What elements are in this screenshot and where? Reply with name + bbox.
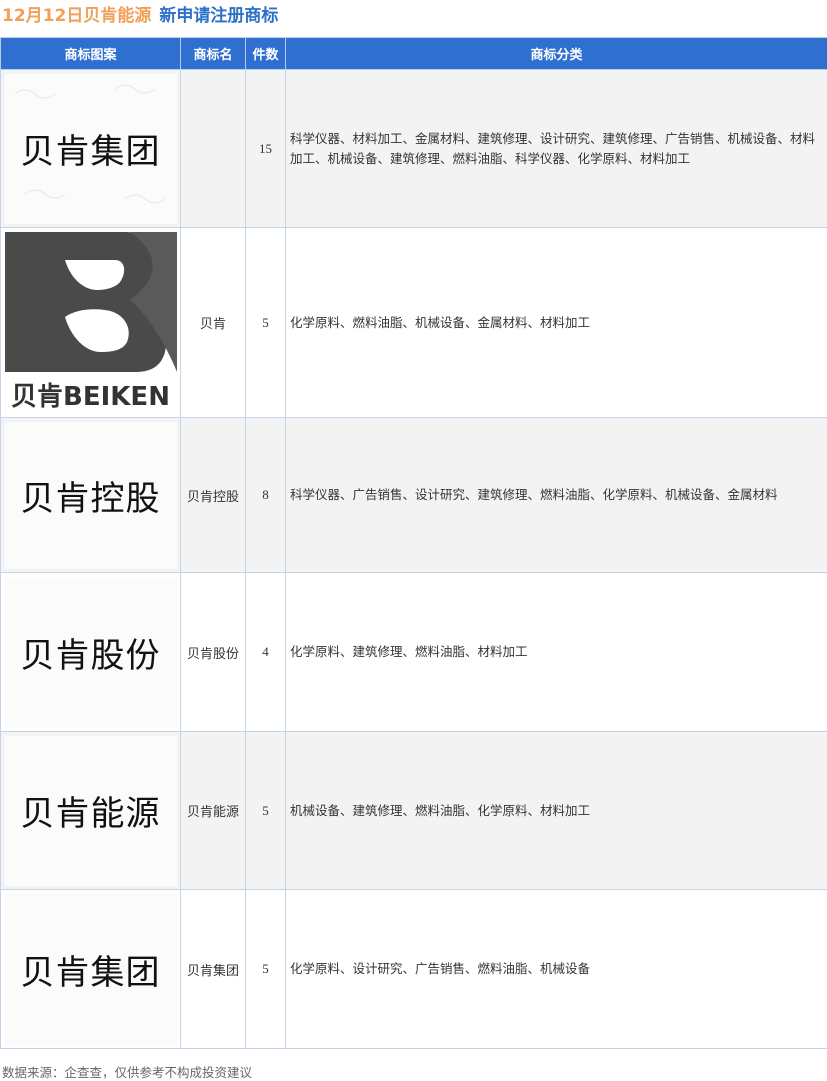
column-header-name: 商标名 <box>181 38 246 70</box>
trademark-count: 15 <box>246 70 286 228</box>
logo-text: 贝肯能源 <box>21 786 161 835</box>
trademark-categories: 科学仪器、广告销售、设计研究、建筑修理、燃料油脂、化学原料、机械设备、金属材料 <box>286 418 827 573</box>
table-row: 贝肯控股 贝肯控股 8 科学仪器、广告销售、设计研究、建筑修理、燃料油脂、化学原… <box>1 418 827 573</box>
trademark-categories: 机械设备、建筑修理、燃料油脂、化学原料、材料加工 <box>286 732 827 890</box>
logo-text: 贝肯股份 <box>21 628 161 677</box>
title-date-company: 12月12日贝肯能源 <box>2 6 151 26</box>
trademark-count: 4 <box>246 573 286 732</box>
logo-cell: 贝肯控股 <box>1 418 181 573</box>
trademark-count: 5 <box>246 890 286 1049</box>
trademark-logo-image: 贝肯控股 <box>5 422 177 569</box>
trademark-logo-image: 贝肯股份 <box>5 577 177 728</box>
trademark-table: 商标图案 商标名 件数 商标分类 贝肯集团 15 <box>0 37 827 1049</box>
trademark-logo-image: 贝肯集团 <box>5 74 177 224</box>
trademark-logo-image: 贝肯集团 <box>5 894 177 1045</box>
logo-cell: 贝肯BEIKEN <box>1 228 181 418</box>
table-row: 贝肯集团 贝肯集团 5 化学原料、设计研究、广告销售、燃料油脂、机械设备 <box>1 890 827 1049</box>
column-header-categories: 商标分类 <box>286 38 827 70</box>
trademark-name: 贝肯集团 <box>181 890 246 1049</box>
logo-cell: 贝肯集团 <box>1 890 181 1049</box>
table-header-row: 商标图案 商标名 件数 商标分类 <box>1 38 827 70</box>
table-row: 贝肯BEIKEN 贝肯 5 化学原料、燃料油脂、机械设备、金属材料、材料加工 <box>1 228 827 418</box>
logo-text: 贝肯集团 <box>21 945 161 994</box>
trademark-categories: 化学原料、燃料油脂、机械设备、金属材料、材料加工 <box>286 228 827 418</box>
trademark-logo-image: 贝肯能源 <box>5 736 177 886</box>
trademark-name: 贝肯 <box>181 228 246 418</box>
logo-cell: 贝肯集团 <box>1 70 181 228</box>
trademark-categories: 化学原料、设计研究、广告销售、燃料油脂、机械设备 <box>286 890 827 1049</box>
trademark-count: 5 <box>246 732 286 890</box>
logo-cell: 贝肯能源 <box>1 732 181 890</box>
title-subtitle: 新申请注册商标 <box>159 6 278 26</box>
page-title: 12月12日贝肯能源新申请注册商标 <box>2 2 278 32</box>
trademark-name: 贝肯股份 <box>181 573 246 732</box>
trademark-name <box>181 70 246 228</box>
logo-text: 贝肯控股 <box>21 471 161 520</box>
trademark-count: 8 <box>246 418 286 573</box>
table-row: 贝肯股份 贝肯股份 4 化学原料、建筑修理、燃料油脂、材料加工 <box>1 573 827 732</box>
trademark-name: 贝肯能源 <box>181 732 246 890</box>
logo-text: 贝肯集团 <box>21 124 161 173</box>
table-row: 贝肯集团 15 科学仪器、材料加工、金属材料、建筑修理、设计研究、建筑修理、广告… <box>1 70 827 228</box>
column-header-logo: 商标图案 <box>1 38 181 70</box>
data-source-note: 数据来源：企查查，仅供参考不构成投资建议 <box>2 1062 252 1081</box>
trademark-categories: 化学原料、建筑修理、燃料油脂、材料加工 <box>286 573 827 732</box>
column-header-count: 件数 <box>246 38 286 70</box>
trademark-name: 贝肯控股 <box>181 418 246 573</box>
logo-cell: 贝肯股份 <box>1 573 181 732</box>
bk-logo-graphic <box>5 232 177 372</box>
trademark-logo-image: 贝肯BEIKEN <box>5 232 177 414</box>
trademark-categories: 科学仪器、材料加工、金属材料、建筑修理、设计研究、建筑修理、广告销售、机械设备、… <box>286 70 827 228</box>
trademark-count: 5 <box>246 228 286 418</box>
logo-text: 贝肯BEIKEN <box>11 376 170 413</box>
table-row: 贝肯能源 贝肯能源 5 机械设备、建筑修理、燃料油脂、化学原料、材料加工 <box>1 732 827 890</box>
